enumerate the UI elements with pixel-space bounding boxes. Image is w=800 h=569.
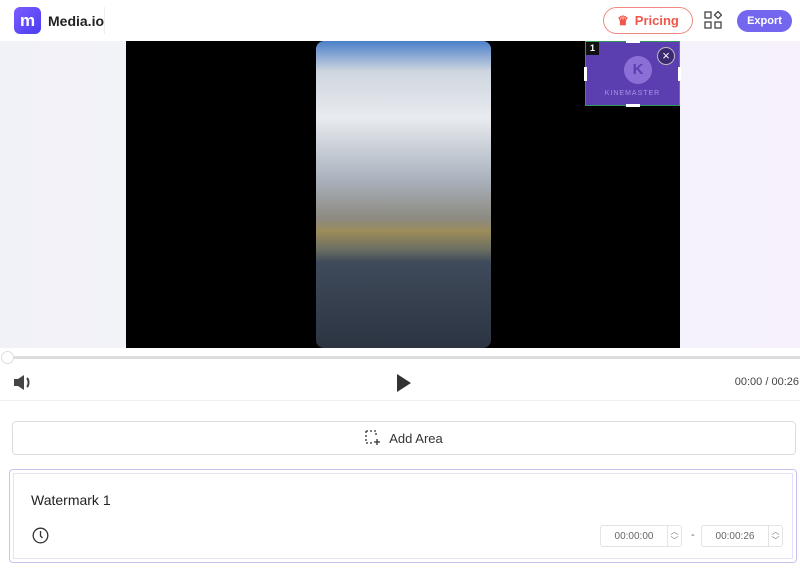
watermark-card: Watermark 1 00:00:00 ︿ ﹀ - 00:00:26 ︿ ﹀ [9,469,797,563]
start-time-value: 00:00:00 [614,530,654,542]
time-separator: - [691,529,695,541]
brand-name: Media.io [48,13,105,29]
end-time-value: 00:00:26 [715,530,755,542]
add-area-label: Add Area [389,430,443,446]
video-stage [0,41,800,348]
watermark-title: Watermark 1 [31,492,111,508]
divider [104,7,105,34]
add-area-button[interactable]: Add Area [12,421,796,455]
chevron-up-icon[interactable]: ︿ [772,527,780,536]
end-time-input[interactable]: 00:00:26 ︿ ﹀ [701,525,783,547]
pricing-label: Pricing [634,13,679,28]
video-frame [316,41,491,348]
progress-thumb[interactable] [1,351,14,364]
clock-icon [32,527,49,544]
kinemaster-logo: K [624,56,652,84]
watermark-card-inner: Watermark 1 00:00:00 ︿ ﹀ - 00:00:26 ︿ ﹀ [13,473,793,559]
chevron-up-icon[interactable]: ︿ [671,527,679,536]
resize-handle-bottom[interactable] [626,104,640,107]
end-time-stepper[interactable]: ︿ ﹀ [768,526,782,546]
chevron-down-icon[interactable]: ﹀ [772,536,780,545]
media-io-logo[interactable]: m [14,7,41,34]
watermark-selection-box[interactable]: 1 K KINEMASTER × [584,40,681,107]
apps-icon[interactable] [704,11,722,29]
add-area-icon [365,430,381,445]
volume-icon[interactable] [13,374,33,391]
start-time-input[interactable]: 00:00:00 ︿ ﹀ [600,525,682,547]
header: m Media.io ♛ Pricing Export [0,0,800,41]
watermark-index: 1 [586,42,599,55]
progress-track[interactable] [8,356,800,359]
resize-handle-top[interactable] [626,40,640,43]
resize-handle-left[interactable] [584,67,587,81]
resize-handle-right[interactable] [678,67,681,81]
pricing-button[interactable]: ♛ Pricing [603,7,693,34]
export-button[interactable]: Export [737,10,792,32]
watermark-text: KINEMASTER [604,90,661,97]
time-display: 00:00 / 00:26 [734,376,799,388]
crown-icon: ♛ [617,12,629,28]
divider [0,400,800,401]
play-icon[interactable] [396,374,412,392]
chevron-down-icon[interactable]: ﹀ [671,536,679,545]
close-icon[interactable]: × [657,47,675,65]
start-time-stepper[interactable]: ︿ ﹀ [667,526,681,546]
